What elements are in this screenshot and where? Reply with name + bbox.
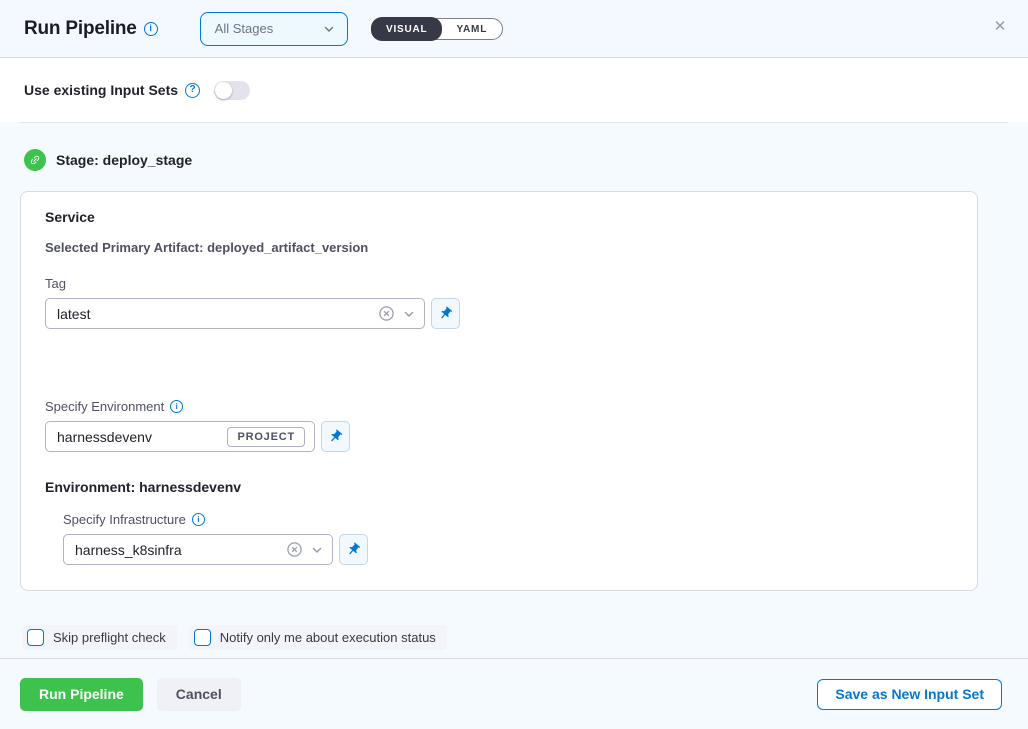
run-pipeline-dialog: Run Pipeline i All Stages VISUAL YAML ✕ …: [0, 0, 1028, 729]
clear-icon[interactable]: [286, 541, 303, 558]
chevron-down-icon[interactable]: [311, 544, 323, 556]
run-pipeline-button[interactable]: Run Pipeline: [20, 678, 143, 711]
infrastructure-input[interactable]: [75, 542, 278, 558]
info-icon[interactable]: i: [144, 22, 158, 36]
input-sets-section: Use existing Input Sets ?: [0, 58, 1028, 122]
main-content: Stage: deploy_stage Service Selected Pri…: [0, 123, 1028, 658]
save-as-new-input-set-button[interactable]: Save as New Input Set: [817, 679, 1002, 710]
infrastructure-input-row: [63, 534, 953, 565]
info-icon[interactable]: i: [192, 513, 205, 526]
environment-input[interactable]: [57, 429, 219, 445]
environment-heading: Environment: harnessdevenv: [45, 479, 953, 495]
clear-icon[interactable]: [378, 305, 395, 322]
selected-artifact-note: Selected Primary Artifact: deployed_arti…: [45, 240, 953, 255]
skip-preflight-option[interactable]: Skip preflight check: [22, 625, 177, 650]
page-title: Run Pipeline: [24, 18, 137, 40]
scope-badge: PROJECT: [227, 427, 305, 447]
pin-icon[interactable]: [431, 298, 460, 329]
tab-visual[interactable]: VISUAL: [371, 17, 442, 41]
stage-scope-select[interactable]: All Stages: [200, 12, 348, 46]
tag-label: Tag: [45, 276, 953, 291]
skip-preflight-label: Skip preflight check: [53, 630, 166, 645]
tag-input[interactable]: [57, 306, 370, 322]
info-icon[interactable]: i: [170, 400, 183, 413]
service-card: Service Selected Primary Artifact: deplo…: [20, 191, 978, 591]
pin-icon[interactable]: [339, 534, 368, 565]
close-icon[interactable]: ✕: [990, 16, 1010, 36]
tag-input-row: [45, 298, 953, 329]
notify-me-label: Notify only me about execution status: [220, 630, 436, 645]
pin-icon[interactable]: [321, 421, 350, 452]
environment-label: Specify Environment i: [45, 399, 953, 414]
environment-input-shell: PROJECT: [45, 421, 315, 452]
toggle-knob: [215, 82, 232, 99]
help-icon[interactable]: ?: [185, 83, 200, 98]
input-sets-toggle[interactable]: [214, 81, 250, 100]
stage-header: Stage: deploy_stage: [0, 123, 1028, 191]
execution-options: Skip preflight check Notify only me abou…: [22, 625, 1028, 650]
stage-scope-select-value: All Stages: [215, 21, 274, 36]
service-section-title: Service: [45, 209, 953, 225]
dialog-footer: Run Pipeline Cancel Save as New Input Se…: [0, 658, 1028, 729]
infrastructure-input-shell: [63, 534, 333, 565]
cd-stage-icon: [24, 149, 46, 171]
chevron-down-icon: [323, 23, 335, 35]
chevron-down-icon[interactable]: [403, 308, 415, 320]
cancel-button[interactable]: Cancel: [157, 678, 241, 711]
infrastructure-block: Specify Infrastructure i: [63, 512, 953, 565]
visual-yaml-toggle: VISUAL YAML: [371, 18, 503, 40]
skip-preflight-checkbox[interactable]: [27, 629, 44, 646]
infrastructure-label: Specify Infrastructure i: [63, 512, 953, 527]
tag-input-shell: [45, 298, 425, 329]
stage-title: Stage: deploy_stage: [56, 152, 192, 168]
tab-yaml[interactable]: YAML: [441, 18, 502, 40]
notify-me-option[interactable]: Notify only me about execution status: [189, 625, 447, 650]
input-sets-label: Use existing Input Sets: [24, 82, 178, 98]
dialog-header: Run Pipeline i All Stages VISUAL YAML ✕: [0, 0, 1028, 58]
notify-me-checkbox[interactable]: [194, 629, 211, 646]
environment-input-row: PROJECT: [45, 421, 953, 452]
